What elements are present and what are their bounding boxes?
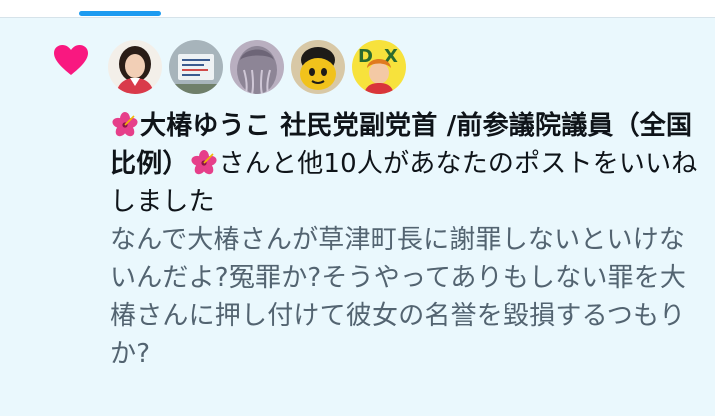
- avatar-yellow-character[interactable]: [291, 40, 345, 94]
- avatar-dx-character[interactable]: D X: [352, 40, 406, 94]
- hibiscus-icon: [189, 150, 219, 176]
- liker-avatars: D X: [108, 40, 406, 94]
- notification-text[interactable]: 大椿ゆうこ 社民党副党首 /前参議院議員（全国比例） さんと他10人があなたのポス…: [110, 107, 700, 221]
- heart-icon: [53, 44, 89, 76]
- avatar-woman-portrait[interactable]: [108, 40, 162, 94]
- liked-post-text[interactable]: なんで大椿さんが草津町長に謝罪しないといけないんだよ?冤罪か?そうやってありもし…: [110, 221, 700, 373]
- avatar-gray-hair[interactable]: [230, 40, 284, 94]
- notification-body: 大椿ゆうこ 社民党副党首 /前参議院議員（全国比例） さんと他10人があなたのポス…: [110, 107, 700, 373]
- top-bar: [0, 0, 715, 18]
- active-tab-indicator: [79, 11, 161, 16]
- avatar-sign-photo[interactable]: [169, 40, 223, 94]
- hibiscus-icon: [110, 112, 140, 138]
